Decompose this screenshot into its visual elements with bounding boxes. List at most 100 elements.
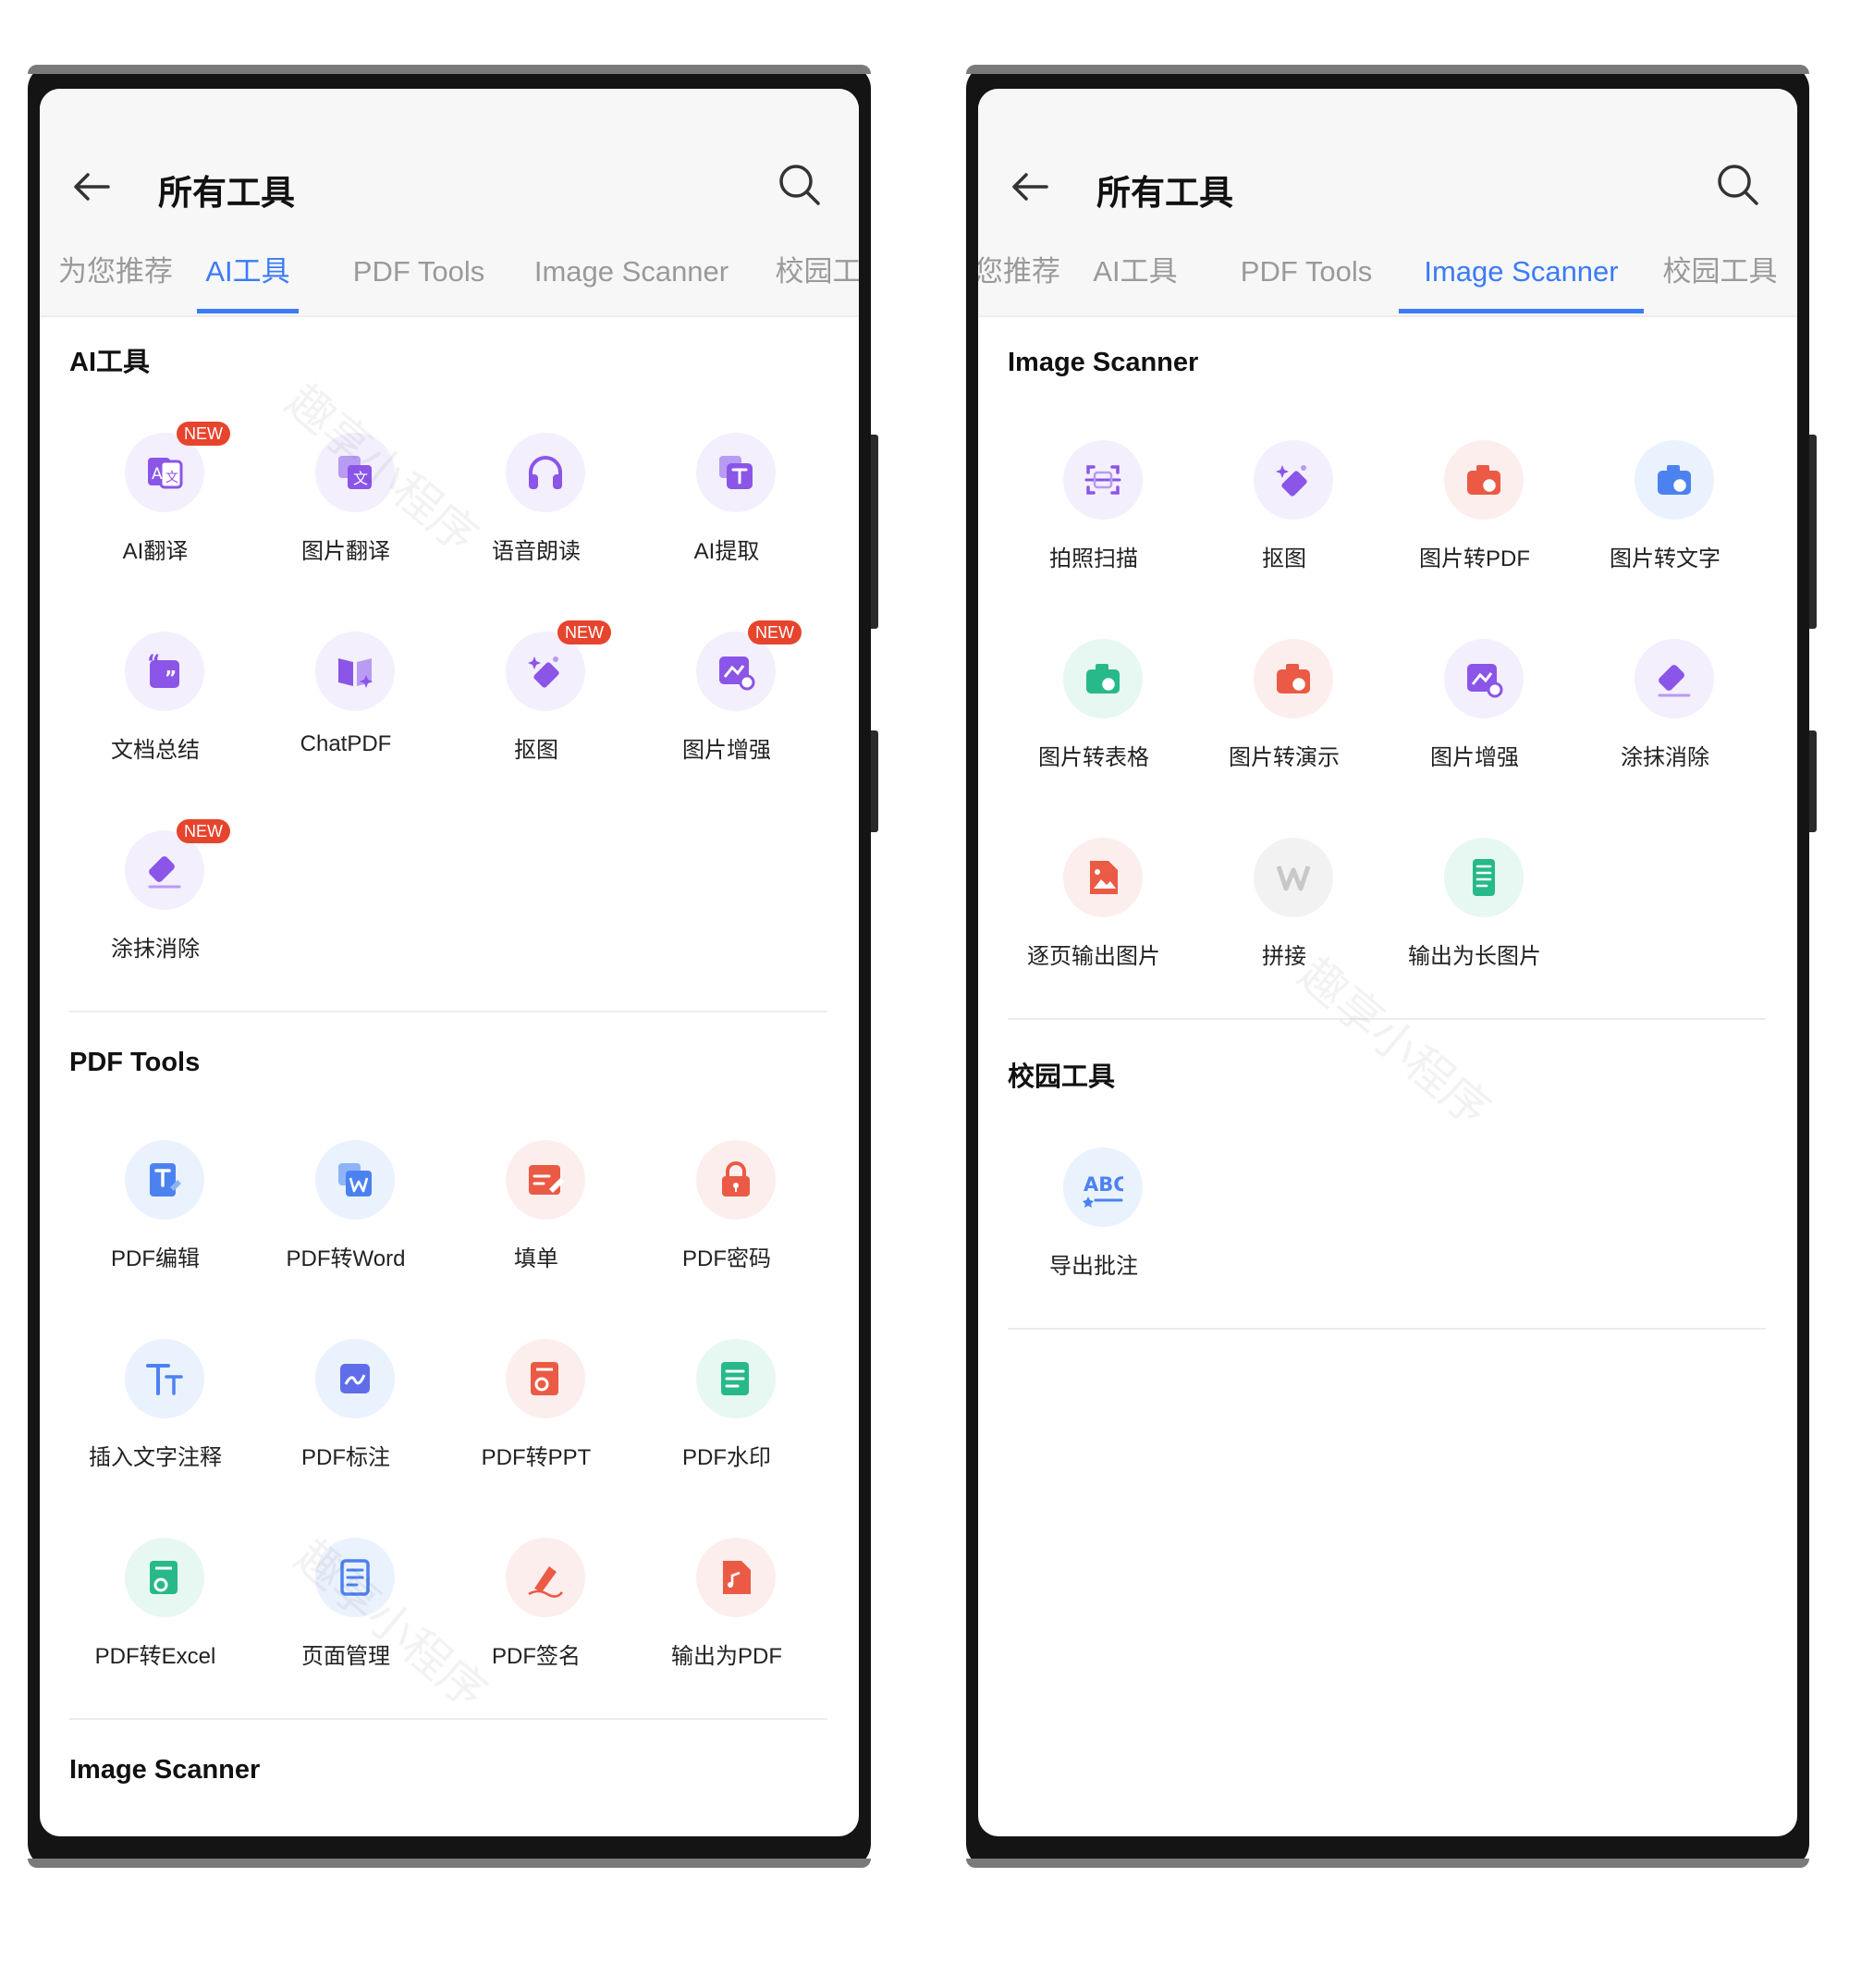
tool-item[interactable]: NEW 涂抹消除 xyxy=(60,819,251,1006)
image-translate-icon: 文 xyxy=(338,456,372,489)
tool-item[interactable]: 插入文字注释 xyxy=(60,1339,251,1515)
tab-recommended[interactable]: 为您推荐 xyxy=(58,244,173,313)
tool-item[interactable]: 涂抹消除 xyxy=(1570,639,1760,815)
tool-item[interactable]: 图片转演示 xyxy=(1189,639,1379,815)
text-extract-icon xyxy=(719,456,753,489)
svg-text:”: ” xyxy=(165,667,177,689)
search-icon[interactable] xyxy=(776,161,824,209)
tool-item[interactable]: 文图片翻译 xyxy=(251,433,441,608)
tool-label: 拼接 xyxy=(1262,944,1306,969)
tool-icon-circle xyxy=(315,632,395,711)
tool-item[interactable]: ChatPDF xyxy=(251,632,441,807)
section-divider xyxy=(69,1718,827,1720)
tool-label: AI提取 xyxy=(693,539,760,564)
tab-image-scanner[interactable]: Image Scanner xyxy=(1399,244,1644,313)
new-badge: NEW xyxy=(748,620,802,644)
tab-image-scanner[interactable]: Image Scanner xyxy=(530,244,733,313)
tab-campus-tools[interactable]: 校园工具 xyxy=(1662,244,1778,313)
tool-item[interactable]: 语音朗读 xyxy=(441,433,631,608)
tab-pdf-tools[interactable]: PDF Tools xyxy=(345,244,493,313)
page-manage-icon xyxy=(340,1559,370,1596)
tool-icon-circle xyxy=(506,1538,585,1617)
tab-ai-tools[interactable]: AI工具 xyxy=(197,244,299,313)
tool-item[interactable]: PDF标注 xyxy=(251,1339,441,1515)
tool-label: 图片转演示 xyxy=(1229,745,1340,770)
tool-item[interactable]: 拼接 xyxy=(1189,838,1379,1013)
section-divider xyxy=(1008,1018,1766,1020)
tool-item[interactable]: 填单 xyxy=(441,1140,631,1316)
chat-book-icon xyxy=(338,658,373,688)
stitch-icon xyxy=(1276,865,1311,891)
app-bar: 所有工具 为您推荐 AI工具 PDF Tools Image Scanner 校… xyxy=(40,89,859,317)
text-size-icon xyxy=(146,1364,183,1395)
tool-label: PDF转PPT xyxy=(481,1445,592,1470)
tool-item[interactable]: 图片转表格 xyxy=(998,639,1189,815)
export-pdf-icon xyxy=(723,1561,751,1594)
svg-text:文: 文 xyxy=(353,470,368,487)
tool-item[interactable]: 拍照扫描 xyxy=(998,440,1189,616)
tab-ai-tools[interactable]: AI工具 xyxy=(1084,244,1186,313)
tool-label: 插入文字注释 xyxy=(89,1445,222,1470)
tool-icon-circle xyxy=(1444,440,1524,520)
tool-item[interactable]: 页面管理 xyxy=(251,1538,441,1713)
tool-item[interactable]: PDF转PPT xyxy=(441,1339,631,1515)
image-enhance-icon xyxy=(719,657,755,691)
tool-label: 拍照扫描 xyxy=(1049,546,1138,571)
tool-item[interactable]: A 文 NEW AI翻译 xyxy=(60,422,251,608)
tab-recommended[interactable]: 为您推荐 xyxy=(978,244,1060,313)
tab-campus-tools[interactable]: 校园工具 xyxy=(775,244,860,313)
tab-bar: 为您推荐 AI工具 PDF Tools Image Scanner 校园工具 xyxy=(40,244,859,317)
tool-item[interactable]: NEW 抠图 xyxy=(441,620,631,807)
camera-ppt-icon xyxy=(1277,664,1310,693)
search-icon[interactable] xyxy=(1714,161,1762,209)
tool-item[interactable]: PDF转Excel xyxy=(60,1538,251,1713)
tool-icon-circle xyxy=(1254,639,1333,718)
tool-item[interactable]: 逐页输出图片 xyxy=(998,838,1189,1013)
camera-text-icon xyxy=(1658,465,1691,495)
section-title: AI工具 xyxy=(69,348,151,377)
new-badge: NEW xyxy=(557,620,611,644)
signature-icon xyxy=(528,1566,563,1598)
tool-icon-circle xyxy=(696,1339,776,1418)
tool-item[interactable]: 图片转PDF xyxy=(1379,440,1570,616)
section-title: PDF Tools xyxy=(69,1048,201,1077)
headphones-icon xyxy=(529,456,562,489)
tool-label: 输出为PDF xyxy=(671,1644,782,1669)
tool-label: 语音朗读 xyxy=(492,539,581,564)
back-arrow-icon[interactable] xyxy=(1006,163,1054,211)
tool-item[interactable]: “” 文档总结 xyxy=(60,632,251,807)
tool-item[interactable]: AI提取 xyxy=(631,433,822,608)
tool-item[interactable]: PDF编辑 xyxy=(60,1140,251,1316)
tool-item[interactable]: PDF转Word xyxy=(251,1140,441,1316)
section-divider xyxy=(1008,1328,1766,1330)
tool-icon-circle xyxy=(1063,639,1143,718)
camera-pdf-icon xyxy=(1467,465,1500,495)
tool-item[interactable]: PDF密码 xyxy=(631,1140,822,1316)
tool-item[interactable]: PDF水印 xyxy=(631,1339,822,1515)
abc-icon: ABC xyxy=(1083,1173,1123,1208)
tool-item[interactable]: NEW 图片增强 xyxy=(631,620,822,807)
tool-label: 涂抹消除 xyxy=(111,937,200,962)
tool-icon-circle xyxy=(315,1538,395,1617)
tool-item[interactable]: 图片增强 xyxy=(1379,639,1570,815)
tool-item[interactable]: 图片转文字 xyxy=(1570,440,1760,616)
back-arrow-icon[interactable] xyxy=(67,163,116,211)
image-enhance-icon xyxy=(1467,664,1503,698)
tool-item[interactable]: 输出为长图片 xyxy=(1379,838,1570,1013)
tool-label: PDF标注 xyxy=(301,1445,390,1470)
tool-item[interactable]: 输出为PDF xyxy=(631,1538,822,1713)
excel-icon xyxy=(150,1561,178,1594)
tool-icon-circle xyxy=(125,1538,204,1617)
pdf-edit-icon xyxy=(150,1163,181,1196)
tool-label: PDF密码 xyxy=(682,1246,771,1271)
tool-item[interactable]: PDF签名 xyxy=(441,1538,631,1713)
tool-label: 抠图 xyxy=(514,738,558,763)
tab-pdf-tools[interactable]: PDF Tools xyxy=(1232,244,1380,313)
tool-label: PDF转Word xyxy=(286,1246,406,1271)
tool-label: AI翻译 xyxy=(122,539,189,564)
tab-bar: 为您推荐 AI工具 PDF Tools Image Scanner 校园工具 xyxy=(978,244,1797,317)
translate-icon: A文 xyxy=(148,458,183,489)
long-image-icon xyxy=(1473,859,1495,896)
tool-item[interactable]: 抠图 xyxy=(1189,440,1379,616)
tool-item[interactable]: ABC 导出批注 xyxy=(998,1147,1189,1323)
